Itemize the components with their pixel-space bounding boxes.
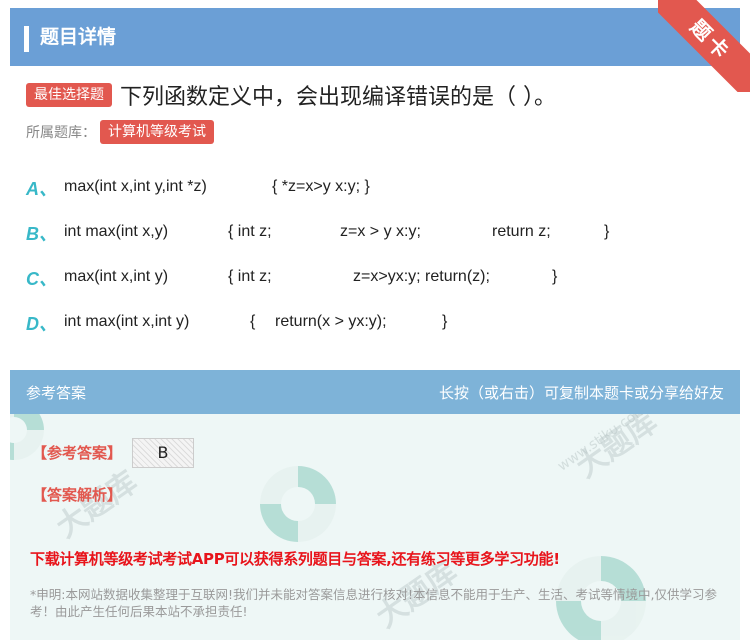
option-code: } <box>442 313 448 330</box>
option-code: { int z; <box>228 268 272 285</box>
library-row: 所属题库： 计算机等级考试 <box>26 120 214 144</box>
option-code: { *z=x>y x:y; } <box>272 178 370 195</box>
option-c[interactable]: C、 max(int x,int y) { int z; z=x>yx:y; r… <box>26 265 726 291</box>
answer-panel: 大题库 大题库 大题库 www.stiku.com 参考答案 长按（或右击）可复… <box>10 370 740 640</box>
answer-header-title: 参考答案 <box>26 384 87 402</box>
option-code: max(int x,int y,int *z) <box>64 178 207 195</box>
share-hint[interactable]: 长按（或右击）可复制本题卡或分享给好友 <box>439 382 724 403</box>
option-letter: A、 <box>26 179 57 199</box>
option-code: max(int x,int y) <box>64 268 169 285</box>
option-letter: D、 <box>26 314 57 334</box>
corner-badge-label: 题卡 <box>658 0 750 92</box>
page-header: 题目详情 <box>10 8 740 66</box>
library-tag[interactable]: 计算机等级考试 <box>100 120 214 144</box>
question-type-tag: 最佳选择题 <box>26 83 112 107</box>
app-download-promo[interactable]: 下载计算机等级考试考试APP可以获得系列题目与答案,还有练习等更多学习功能! <box>30 548 560 569</box>
library-label: 所属题库： <box>26 125 96 141</box>
question-text: 下列函数定义中，会出现编译错误的是（ ）。 <box>120 85 556 110</box>
corner-badge[interactable]: 题卡 <box>658 0 750 92</box>
option-code: z=x>yx:y; return(z); <box>353 268 490 285</box>
answer-header: 参考答案 长按（或右击）可复制本题卡或分享给好友 <box>10 370 740 414</box>
header-accent-bar <box>24 26 29 52</box>
option-code: int max(int x,int y) <box>64 313 190 330</box>
option-code: return z; <box>492 223 551 240</box>
option-d[interactable]: D、 int max(int x,int y) { return(x > yx:… <box>26 310 726 336</box>
option-letter: C、 <box>26 269 57 289</box>
reference-answer-label: 【参考答案】 <box>32 444 123 462</box>
option-letter: B、 <box>26 224 57 244</box>
option-a[interactable]: A、 max(int x,int y,int *z) { *z=x>y x:y;… <box>26 175 726 201</box>
option-code: } <box>604 223 610 240</box>
watermark-logo-icon <box>260 466 336 542</box>
answer-analysis-label: 【答案解析】 <box>32 486 123 504</box>
question-row: 最佳选择题 下列函数定义中，会出现编译错误的是（ ）。 <box>26 80 556 110</box>
reference-answer-value: B <box>132 438 194 468</box>
option-code: { int z; <box>228 223 272 240</box>
option-code: z=x > y x:y; <box>340 223 421 240</box>
option-code: { <box>250 313 256 330</box>
page-title: 题目详情 <box>40 26 117 48</box>
disclaimer-text: *申明:本网站数据收集整理于互联网!我们并未能对答案信息进行核对!本信息不能用于… <box>30 587 717 619</box>
option-b[interactable]: B、 int max(int x,y) { int z; z=x > y x:y… <box>26 220 726 246</box>
option-code: } <box>552 268 558 285</box>
option-code: return(x > yx:y); <box>275 313 387 330</box>
option-code: int max(int x,y) <box>64 223 169 240</box>
